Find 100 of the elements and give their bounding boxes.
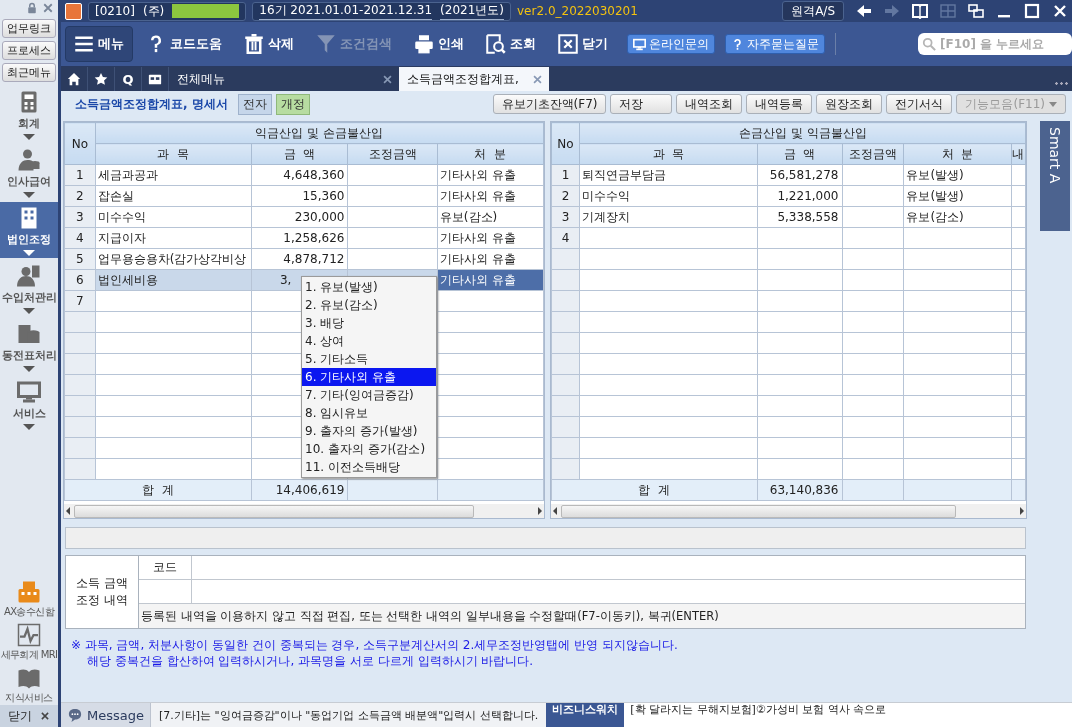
nav-label[interactable]: 수입처관리 [1,290,57,305]
row-number: 4 [551,227,580,249]
help-button[interactable]: 온라인문의 [627,34,715,54]
toolbar-button[interactable]: 조회 [477,26,545,62]
row-number [551,311,580,333]
quick-link-button[interactable]: 프로세스 [2,41,56,60]
row-number [64,395,96,417]
table-cell: 4,648,360 [251,164,348,186]
disposal-dropdown[interactable]: 1. 유보(발생) 2. 유보(감소) 3. 배당 4. 상여 5. 기타소득 6. 기타사외 유출 7. 기타(잉여금증감) 8. 임시유보 9. 출자의 증가(발생) 10. 출자의 증가(감소) 11. 이전소득배당 [301,276,437,478]
service-item[interactable]: AX송수신함 [0,578,58,619]
dropdown-option[interactable]: 8. 임시유보 [302,404,436,422]
caret-icon[interactable] [23,424,35,430]
back-icon[interactable] [856,3,872,19]
form-button[interactable]: 내역조회 [676,94,743,114]
code-label: 코드 [139,556,192,579]
nav-label[interactable]: 법인조정 [7,232,51,247]
nav-label[interactable]: 세무회계 MRI [0,649,58,660]
form-button[interactable]: 저장 [610,94,673,114]
toolbar-button[interactable]: 인쇄 [405,26,473,62]
nav-item[interactable]: 동전표처리 [0,318,58,374]
caret-icon[interactable] [23,366,35,372]
table-cell: 기계장치 [579,206,758,228]
row-number [64,353,96,375]
dropdown-option[interactable]: 5. 기타소득 [302,350,436,368]
nav-item[interactable]: 서비스 [0,376,58,432]
toolbar-button[interactable]: 삭제 [235,26,303,62]
dropdown-option[interactable]: 2. 유보(감소) [302,296,436,314]
close-icon[interactable] [382,73,393,85]
table-cell [1011,374,1026,396]
company-field[interactable]: [0210] (주) [88,1,247,21]
period-field[interactable]: 16기 2021.01.01-2021.12.31 (2021년도) [252,1,511,21]
nav-item[interactable]: 법인조정 [0,202,58,258]
form-badge[interactable]: 전자 [237,93,272,115]
row-number: 3 [551,206,580,228]
form-button[interactable]: 원장조회 [816,94,883,114]
nav-item[interactable]: 회계 [0,86,58,142]
trash-icon [244,34,264,54]
table-cell: 퇴직연금부담금 [579,164,758,186]
tab-label[interactable]: 전체메뉴 [177,70,225,88]
news-headline[interactable]: [확 달라지는 무해지보험]②가성비 보험 역사 속으로 [624,703,887,717]
row-number: 4 [64,227,96,249]
more-icon[interactable] [1054,82,1070,85]
row-number [551,353,580,375]
quick-link-button[interactable]: 최근메뉴 [2,63,56,82]
remote-support-button[interactable]: 원격A/S [782,1,844,21]
dropdown-option[interactable]: 4. 상여 [302,332,436,350]
toolbar-button[interactable]: 메뉴 [65,26,133,62]
nav-label[interactable]: 서비스 [12,406,46,421]
horizontal-scrollbar[interactable] [64,504,544,518]
row-number [551,416,580,438]
nav-label[interactable]: 동전표처리 [1,348,57,363]
nav-label[interactable]: AX송수신함 [3,606,55,617]
dropdown-option[interactable]: 6. 기타사외 유출 [302,368,436,386]
maximize-icon[interactable] [1024,3,1040,19]
service-item[interactable]: 세무회계 MRI [0,621,58,662]
column-header: No [64,122,96,165]
cascade-windows-icon[interactable] [968,3,984,19]
close-sidebar-button[interactable]: 닫기 [0,705,58,727]
tab[interactable]: 전체메뉴 [169,67,399,91]
dropdown-option[interactable]: 11. 이전소득배당 [302,458,436,476]
message-button[interactable]: Message [61,703,151,727]
table-cell [1011,185,1026,207]
dropdown-option[interactable]: 3. 배당 [302,314,436,332]
caret-icon[interactable] [23,308,35,314]
nav-item[interactable]: 수입처관리 [0,260,58,316]
fax-icon [17,580,41,604]
table-cell [1011,248,1026,270]
quick-link-button[interactable]: 업무링크 [2,19,56,38]
nav-label[interactable]: 지식서비스 [5,692,53,703]
dropdown-option[interactable]: 7. 기타(잉여금증감) [302,386,436,404]
nav-label[interactable]: 인사급여 [7,174,51,189]
service-item[interactable]: 지식서비스 [0,664,58,705]
dropdown-option[interactable]: 9. 출자의 증가(발생) [302,422,436,440]
tab[interactable]: 소득금액조정합계표, [399,67,549,91]
table-cell: 유보(발생) [903,164,1012,186]
row-number: 3 [64,206,96,228]
group-header: 손금산입 및 익금불산입 [579,122,1026,144]
database-icon [17,322,41,346]
help-button[interactable]: 자주묻는질문 [725,34,825,54]
toolbar-button[interactable]: 코드도움 [137,26,231,62]
dropdown-option[interactable]: 10. 출자의 증가(감소) [302,440,436,458]
windows-icon [148,72,162,86]
caret-icon[interactable] [23,134,35,140]
row-number: 2 [551,185,580,207]
table-cell [1011,206,1026,228]
form-button[interactable]: 전기서식 [886,94,953,114]
nav-label[interactable]: 회계 [18,116,40,131]
form-button[interactable]: 내역등록 [746,94,813,114]
table-cell [842,248,904,270]
tab-label[interactable]: 소득금액조정합계표, [407,70,519,88]
table-cell [842,395,904,417]
form-button[interactable]: 유보기초잔액(F7) [492,94,607,114]
row-number [551,269,580,291]
horizontal-scrollbar[interactable] [550,504,1026,518]
smart-a-tab[interactable]: Smart A [1040,121,1070,231]
search-field[interactable]: [F10] 을 누르세요 [918,33,1072,55]
toolbar-button[interactable]: 닫기 [549,26,617,62]
table-cell: 기타사외 유출 [437,164,543,186]
form-badge[interactable]: 개정 [275,93,310,115]
book-icon[interactable] [912,3,928,19]
